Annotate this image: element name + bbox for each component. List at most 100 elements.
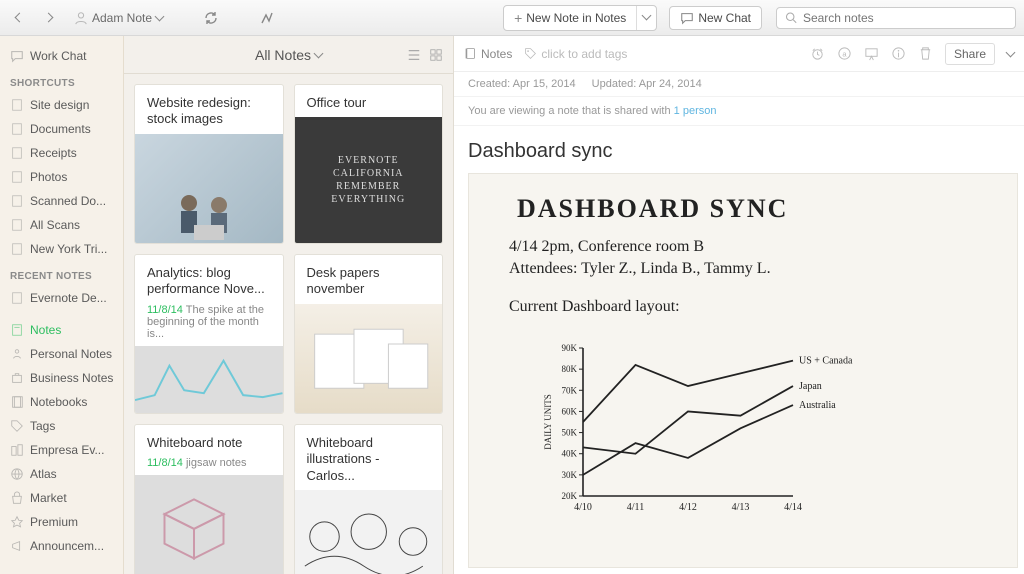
sync-button[interactable] xyxy=(195,6,227,30)
share-dropdown[interactable] xyxy=(1007,47,1014,61)
svg-text:4/12: 4/12 xyxy=(679,502,697,513)
note-icon xyxy=(10,218,24,232)
svg-text:4/10: 4/10 xyxy=(574,502,592,513)
shortcut-item[interactable]: Receipts xyxy=(0,141,123,165)
activity-icon xyxy=(259,10,275,26)
info-button[interactable] xyxy=(891,46,906,61)
svg-text:4/13: 4/13 xyxy=(732,502,750,513)
notebook-selector[interactable]: Notes xyxy=(464,47,512,61)
shortcut-label: Scanned Do... xyxy=(30,194,106,208)
notebook-icon xyxy=(464,47,477,60)
view-grid-button[interactable] xyxy=(429,48,443,62)
svg-text:US + Canada: US + Canada xyxy=(799,356,853,367)
nav-item[interactable]: Personal Notes xyxy=(0,342,123,366)
card-thumbnail xyxy=(135,475,283,574)
chat-icon xyxy=(680,11,694,25)
note-card[interactable]: Office tourEVERNOTECALIFORNIAREMEMBEREVE… xyxy=(294,84,444,244)
new-chat-button[interactable]: New Chat xyxy=(669,6,762,30)
svg-text:60K: 60K xyxy=(562,406,578,416)
shortcut-item[interactable]: Photos xyxy=(0,165,123,189)
app-toolbar: Adam Note + New Note in Notes New Chat xyxy=(0,0,1024,36)
hw-title: DASHBOARD SYNC xyxy=(517,194,788,224)
nav-label: Premium xyxy=(30,515,78,529)
note-grid: Website redesign: stock imagesOffice tou… xyxy=(124,74,453,574)
note-icon xyxy=(10,146,24,160)
note-meta: Created: Apr 15, 2014 Updated: Apr 24, 2… xyxy=(454,72,1024,97)
note-icon xyxy=(10,98,24,112)
delete-button[interactable] xyxy=(918,46,933,61)
detail-toolbar: Notes click to add tags a Share xyxy=(454,36,1024,72)
svg-text:70K: 70K xyxy=(562,385,578,395)
shortcut-item[interactable]: Documents xyxy=(0,117,123,141)
note-list-title-dropdown[interactable]: All Notes xyxy=(255,47,322,63)
view-list-button[interactable] xyxy=(407,48,421,62)
nav-item[interactable]: Announcem... xyxy=(0,534,123,558)
note-card[interactable]: Desk papers november xyxy=(294,254,444,414)
nav-icon xyxy=(10,371,24,385)
note-card[interactable]: Website redesign: stock images xyxy=(134,84,284,244)
shortcut-item[interactable]: Scanned Do... xyxy=(0,189,123,213)
updated-value: Apr 24, 2014 xyxy=(639,78,702,90)
grid-icon xyxy=(429,48,443,62)
note-list-panel: All Notes Website redesign: stock images… xyxy=(124,36,454,574)
share-button[interactable]: Share xyxy=(945,43,995,65)
annotate-button[interactable]: a xyxy=(837,46,852,61)
nav-item[interactable]: Atlas xyxy=(0,462,123,486)
note-detail-panel: Notes click to add tags a Share Cr xyxy=(454,36,1024,574)
svg-text:4/11: 4/11 xyxy=(627,502,644,513)
nav-icon xyxy=(10,467,24,481)
present-button[interactable] xyxy=(864,46,879,61)
nav-item[interactable]: Premium xyxy=(0,510,123,534)
hw-line3: Current Dashboard layout: xyxy=(509,298,680,316)
card-thumbnail xyxy=(135,346,283,415)
account-dropdown[interactable]: Adam Note xyxy=(66,7,171,29)
shortcut-label: All Scans xyxy=(30,218,80,232)
recent-item[interactable]: Evernote De... xyxy=(0,286,123,310)
nav-item[interactable]: Notes xyxy=(0,318,123,342)
note-card[interactable]: Whiteboard illustrations - Carlos... xyxy=(294,424,444,574)
card-thumbnail xyxy=(295,304,443,414)
nav-forward-button[interactable] xyxy=(37,10,60,25)
new-note-dropdown[interactable] xyxy=(637,6,656,30)
nav-item[interactable]: Notebooks xyxy=(0,390,123,414)
tags-field[interactable]: click to add tags xyxy=(524,47,627,61)
svg-text:20K: 20K xyxy=(562,491,578,501)
clock-icon xyxy=(810,46,825,61)
card-title: Office tour xyxy=(295,85,443,117)
note-title[interactable]: Dashboard sync xyxy=(454,126,1024,173)
search-box[interactable] xyxy=(776,7,1016,29)
nav-label: Notebooks xyxy=(30,395,87,409)
nav-label: Tags xyxy=(30,419,55,433)
reminder-button[interactable] xyxy=(810,46,825,61)
shortcut-label: Receipts xyxy=(30,146,77,160)
nav-back-button[interactable] xyxy=(8,10,31,25)
trash-icon xyxy=(918,46,933,61)
share-banner-link[interactable]: 1 person xyxy=(674,105,717,117)
shortcut-item[interactable]: All Scans xyxy=(0,213,123,237)
nav-item[interactable]: Empresa Ev... xyxy=(0,438,123,462)
shortcut-item[interactable]: Site design xyxy=(0,93,123,117)
shortcut-item[interactable]: New York Tri... xyxy=(0,237,123,261)
svg-text:4/14: 4/14 xyxy=(784,502,802,513)
present-icon xyxy=(864,46,879,61)
activity-button[interactable] xyxy=(251,6,283,30)
card-title: Whiteboard note xyxy=(135,425,283,457)
nav-item[interactable]: Tags xyxy=(0,414,123,438)
work-chat-button[interactable]: Work Chat xyxy=(0,44,123,68)
search-input[interactable] xyxy=(803,11,1007,25)
nav-item[interactable]: Business Notes xyxy=(0,366,123,390)
plus-icon: + xyxy=(514,10,522,26)
tag-icon xyxy=(524,47,537,60)
new-note-button[interactable]: + New Note in Notes xyxy=(504,6,637,30)
chevron-down-icon xyxy=(642,10,652,20)
svg-text:DAILY UNITS: DAILY UNITS xyxy=(543,394,553,450)
shortcut-label: New York Tri... xyxy=(30,242,107,256)
hw-line1: 4/14 2pm, Conference room B xyxy=(509,238,704,256)
note-body[interactable]: DASHBOARD SYNC 4/14 2pm, Conference room… xyxy=(468,173,1018,568)
svg-text:90K: 90K xyxy=(562,343,578,353)
nav-item[interactable]: Market xyxy=(0,486,123,510)
note-card[interactable]: Whiteboard note11/8/14 jigsaw notes xyxy=(134,424,284,574)
sketch-chart: 90K80K70K60K50K40K30K20K4/104/114/124/13… xyxy=(539,342,879,522)
note-card[interactable]: Analytics: blog performance Nove...11/8/… xyxy=(134,254,284,414)
notebook-label: Notes xyxy=(481,47,512,61)
